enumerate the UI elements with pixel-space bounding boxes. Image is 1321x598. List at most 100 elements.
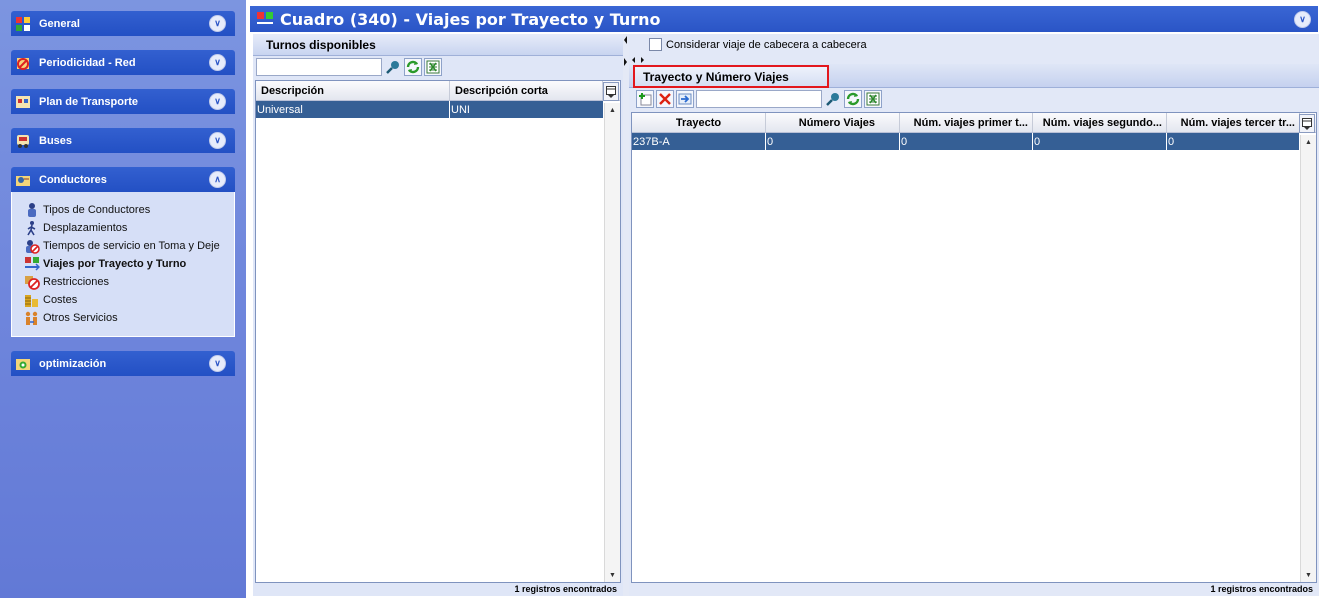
trayecto-vertical-scrollbar[interactable]: ▲ ▼ <box>1300 135 1316 582</box>
scroll-up-icon[interactable]: ▲ <box>605 103 620 117</box>
sidebar-group-label: Plan de Transporte <box>39 95 139 108</box>
sidebar-group-label: Periodicidad - Red <box>39 56 136 69</box>
turnos-toolbar <box>253 56 623 78</box>
chevron-down-icon[interactable]: ∨ <box>209 93 226 110</box>
restriction-icon <box>24 274 40 290</box>
chevron-down-icon[interactable]: ∨ <box>209 15 226 32</box>
chevron-up-icon[interactable]: ∧ <box>209 171 226 188</box>
sidebar-item-tipos-conductores[interactable]: Tipos de Conductores <box>12 201 234 219</box>
sidebar-item-label: Otros Servicios <box>43 312 118 324</box>
table-row[interactable]: Universal UNI <box>256 101 604 118</box>
chevron-down-icon[interactable]: ∨ <box>209 355 226 372</box>
buses-route-icon <box>256 11 274 27</box>
sidebar-item-label: Desplazamientos <box>43 222 128 234</box>
column-header-descripcion-corta[interactable]: Descripción corta <box>450 81 603 100</box>
cell-primer-turno: 0 <box>900 133 1033 150</box>
general-icon <box>14 16 32 32</box>
collapse-header-icon[interactable]: ∨ <box>1294 10 1311 28</box>
sidebar-item-label: Viajes por Trayecto y Turno <box>43 258 187 270</box>
sidebar-group-optimizacion[interactable]: optimización ∨ <box>11 351 235 376</box>
walking-person-icon <box>24 220 40 236</box>
cabecera-checkbox[interactable] <box>649 38 662 51</box>
navigate-arrow-icon[interactable] <box>676 90 694 108</box>
cell-descripcion: Universal <box>256 101 450 118</box>
refresh-icon[interactable] <box>844 90 862 108</box>
cell-numero-viajes: 0 <box>766 133 900 150</box>
sidebar-item-label: Tiempos de servicio en Toma y Deje <box>43 240 220 252</box>
scroll-down-icon[interactable]: ▼ <box>605 568 620 582</box>
turnos-panel-title: Turnos disponibles <box>253 34 623 56</box>
export-excel-icon[interactable] <box>864 90 882 108</box>
splitter-handle-icon[interactable] <box>631 56 645 64</box>
forbidden-calendar-icon <box>14 55 32 71</box>
sidebar-item-restricciones[interactable]: Restricciones <box>12 273 234 291</box>
buses-route-icon <box>24 256 40 272</box>
cell-tercer-turno: 0 <box>1167 133 1300 150</box>
trayecto-grid: Trayecto Número Viajes Núm. viajes prime… <box>631 112 1317 583</box>
trayecto-status-text: 1 registros encontrados <box>1210 584 1313 594</box>
driver-icon <box>24 202 40 218</box>
people-icon <box>24 310 40 326</box>
sidebar-group-conductores[interactable]: Conductores ∧ <box>11 167 235 192</box>
sidebar-item-desplazamientos[interactable]: Desplazamientos <box>12 219 234 237</box>
sidebar-group-label: optimización <box>39 357 107 370</box>
sidebar-group-plan-transporte[interactable]: Plan de Transporte ∨ <box>11 89 235 114</box>
sidebar-item-otros-servicios[interactable]: Otros Servicios <box>12 309 234 327</box>
tab-trayecto-numero-viajes[interactable]: Trayecto y Número Viajes <box>633 65 829 88</box>
turnos-search-input[interactable] <box>256 58 382 76</box>
turnos-status-text: 1 registros encontrados <box>514 584 617 594</box>
trayecto-toolbar <box>631 88 882 110</box>
add-icon[interactable] <box>636 90 654 108</box>
column-header-trayecto[interactable]: Trayecto <box>632 113 766 132</box>
scroll-up-icon[interactable]: ▲ <box>1301 135 1316 149</box>
conductores-icon <box>14 172 32 188</box>
export-excel-icon[interactable] <box>424 58 442 76</box>
trayecto-grid-header: Trayecto Número Viajes Núm. viajes prime… <box>632 113 1316 133</box>
coins-icon <box>24 292 40 308</box>
scroll-down-icon[interactable]: ▼ <box>1301 568 1316 582</box>
turnos-panel: Turnos disponibles Descripción Descripci… <box>253 34 623 596</box>
cell-descripcion-corta: UNI <box>450 101 604 118</box>
sidebar-group-buses[interactable]: Buses ∨ <box>11 128 235 153</box>
driver-forbidden-icon <box>24 238 40 254</box>
turnos-grid-header: Descripción Descripción corta <box>256 81 620 101</box>
sidebar-item-label: Costes <box>43 294 78 306</box>
column-chooser-icon[interactable] <box>1299 114 1315 133</box>
chevron-down-icon[interactable]: ∨ <box>209 132 226 149</box>
sidebar-item-tiempos-servicio[interactable]: Tiempos de servicio en Toma y Deje <box>12 237 234 255</box>
tab-strip: Trayecto y Número Viajes <box>629 64 1319 88</box>
bus-icon <box>14 133 32 149</box>
sidebar-group-label: Conductores <box>39 173 107 186</box>
sidebar-group-label: Buses <box>39 134 73 147</box>
conductores-menu: Tipos de Conductores Desplazamientos Tie… <box>11 192 235 337</box>
trayecto-search-input[interactable] <box>696 90 822 108</box>
column-header-descripcion[interactable]: Descripción <box>256 81 450 100</box>
search-icon[interactable] <box>384 58 402 76</box>
turnos-grid: Descripción Descripción corta Universal … <box>255 80 621 583</box>
trayecto-panel: Considerar viaje de cabecera a cabecera … <box>629 34 1319 596</box>
table-row[interactable]: 237B-A 0 0 0 0 <box>632 133 1300 150</box>
transport-plan-icon <box>14 94 32 110</box>
column-header-numero-viajes[interactable]: Número Viajes <box>766 113 900 132</box>
optimization-icon <box>14 356 32 372</box>
sidebar: General ∨ Periodicidad - Red ∨ Plan de T… <box>0 0 246 598</box>
sidebar-group-general[interactable]: General ∨ <box>11 11 235 36</box>
chevron-down-icon[interactable]: ∨ <box>209 54 226 71</box>
cabecera-checkbox-row[interactable]: Considerar viaje de cabecera a cabecera <box>649 38 867 51</box>
search-icon[interactable] <box>824 90 842 108</box>
page-header: Cuadro (340) - Viajes por Trayecto y Tur… <box>250 6 1318 32</box>
sidebar-item-label: Tipos de Conductores <box>43 204 151 216</box>
delete-icon[interactable] <box>656 90 674 108</box>
sidebar-item-costes[interactable]: Costes <box>12 291 234 309</box>
column-header-segundo-turno[interactable]: Núm. viajes segundo... <box>1033 113 1167 132</box>
refresh-icon[interactable] <box>404 58 422 76</box>
cabecera-checkbox-label: Considerar viaje de cabecera a cabecera <box>666 38 867 51</box>
sidebar-item-viajes-trayecto-turno[interactable]: Viajes por Trayecto y Turno <box>12 255 234 273</box>
sidebar-item-label: Restricciones <box>43 276 110 288</box>
column-chooser-icon[interactable] <box>603 82 619 101</box>
sidebar-group-periodicidad[interactable]: Periodicidad - Red ∨ <box>11 50 235 75</box>
column-header-tercer-turno[interactable]: Núm. viajes tercer tr... <box>1167 113 1300 132</box>
column-header-primer-turno[interactable]: Núm. viajes primer t... <box>900 113 1033 132</box>
turnos-vertical-scrollbar[interactable]: ▲ ▼ <box>604 103 620 582</box>
cell-segundo-turno: 0 <box>1033 133 1167 150</box>
